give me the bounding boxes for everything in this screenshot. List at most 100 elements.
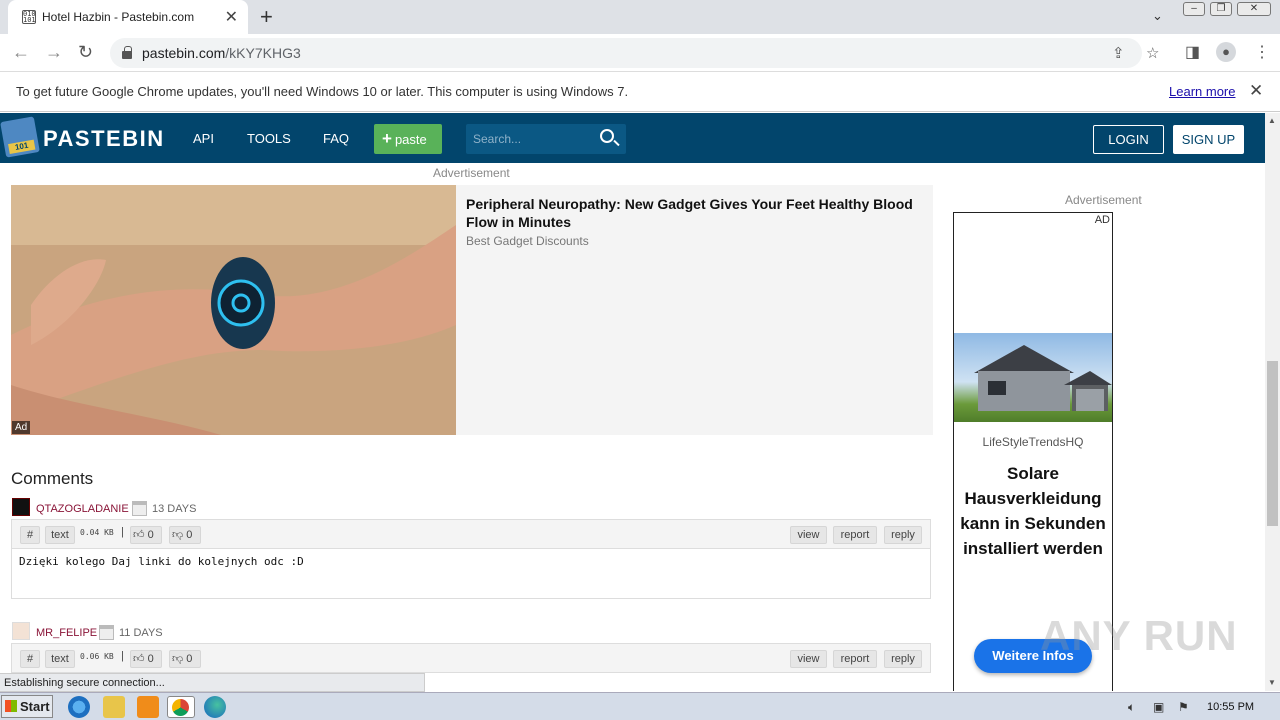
volume-icon[interactable]: 🔈︎	[1128, 700, 1135, 715]
search-box[interactable]: Search...	[466, 124, 626, 154]
infobar-close-icon[interactable]: ✕	[1249, 81, 1263, 101]
address-bar[interactable]: pastebin.com/kKY7KHG3 ⇪ ☆	[110, 38, 1159, 68]
dislike-count: 0	[186, 529, 193, 541]
thumbs-up-icon: 👍︎	[133, 653, 145, 665]
browser-tab-strip: 010 101 Hotel Hazbin - Pastebin.com ✕ + …	[0, 0, 1280, 34]
ad-mark: AD	[1094, 214, 1110, 226]
minimize-icon[interactable]: –	[1183, 2, 1205, 16]
ad-headline[interactable]: Peripheral Neuropathy: New Gadget Gives …	[466, 195, 933, 231]
windows-logo-icon	[5, 700, 17, 712]
infobar-message: To get future Google Chrome updates, you…	[16, 84, 629, 99]
scroll-thumb[interactable]	[1267, 361, 1278, 526]
restore-icon[interactable]: ❐	[1210, 2, 1232, 16]
comment-age: 13 DAYS	[152, 503, 197, 515]
file-explorer-icon[interactable]	[103, 696, 125, 718]
report-button[interactable]: report	[833, 650, 877, 668]
comment-username[interactable]: MR_FELIPE	[36, 627, 97, 639]
tab-title: Hotel Hazbin - Pastebin.com	[42, 10, 195, 24]
advertisement-label: Advertisement	[433, 166, 510, 180]
new-tab-icon[interactable]: +	[260, 4, 273, 30]
edge-icon[interactable]	[204, 696, 226, 718]
menu-kebab-icon[interactable]: ⋮	[1254, 42, 1270, 62]
nav-api[interactable]: API	[193, 131, 214, 146]
bookmark-star-icon[interactable]: ☆	[1146, 44, 1159, 62]
native-ad[interactable]: Ad Peripheral Neuropathy: New Gadget Giv…	[11, 185, 933, 435]
forward-icon[interactable]: →	[45, 42, 63, 63]
new-paste-button[interactable]: + paste	[374, 124, 442, 154]
comment-username[interactable]: QTAZOGLADANIE	[36, 503, 129, 515]
comment-size: 0.06 KB	[80, 652, 114, 661]
hash-link-button[interactable]: #	[20, 526, 40, 544]
start-button[interactable]: Start	[1, 695, 53, 718]
dislike-count: 0	[186, 653, 193, 665]
scroll-up-icon[interactable]: ▲	[1268, 116, 1276, 125]
internet-explorer-icon[interactable]	[68, 696, 90, 718]
update-infobar: To get future Google Chrome updates, you…	[0, 72, 1280, 112]
thumbs-up-icon: 👍︎	[133, 529, 145, 541]
ad-image[interactable]: Ad	[11, 185, 456, 435]
action-center-flag-icon[interactable]: ⚑	[1178, 700, 1189, 714]
avatar[interactable]	[12, 622, 30, 640]
url-text[interactable]: pastebin.com/kKY7KHG3	[142, 45, 301, 61]
nav-faq[interactable]: FAQ	[323, 131, 349, 146]
page-viewport: 101 PASTEBIN API TOOLS FAQ + paste Search…	[0, 113, 1265, 691]
ad-photo-leg-device	[11, 185, 456, 435]
report-button[interactable]: report	[833, 526, 877, 544]
calendar-icon	[132, 501, 147, 516]
windows-taskbar: Start 🔈︎ ▣ ⚑ 10:55 PM	[0, 692, 1280, 720]
browser-tab[interactable]: 010 101 Hotel Hazbin - Pastebin.com ✕	[8, 0, 248, 34]
back-icon[interactable]: ←	[12, 42, 30, 63]
pastebin-logo-icon[interactable]: 101	[0, 116, 40, 158]
search-icon[interactable]	[600, 129, 614, 143]
comment-size: 0.04 KB	[80, 528, 114, 537]
tab-search-chevron-icon[interactable]: ⌄	[1152, 8, 1163, 24]
ad-headline[interactable]: Solare Hausverkleidung kann in Sekunden …	[958, 461, 1108, 561]
reload-icon[interactable]: ↻	[78, 42, 93, 63]
comment-body: Dzięki kolego Daj linki do kolejnych odc…	[11, 549, 931, 599]
thumbs-down-icon: 👎︎	[172, 529, 184, 541]
like-count: 0	[147, 529, 154, 541]
format-badge[interactable]: text	[45, 526, 75, 544]
chrome-taskbar-icon[interactable]	[167, 696, 195, 718]
ad-house-image[interactable]	[954, 333, 1112, 422]
share-icon[interactable]: ⇪	[1112, 44, 1125, 62]
login-button[interactable]: LOGIN	[1093, 125, 1164, 154]
pastebin-logo-text[interactable]: PASTEBIN	[43, 126, 165, 152]
side-panel-icon[interactable]: ◨	[1185, 42, 1200, 62]
status-bubble: Establishing secure connection...	[0, 673, 425, 692]
search-input[interactable]: Search...	[473, 132, 521, 146]
nav-tools[interactable]: TOOLS	[247, 131, 291, 146]
reply-button[interactable]: reply	[884, 526, 922, 544]
taskbar-clock[interactable]: 10:55 PM	[1207, 701, 1254, 713]
format-badge[interactable]: text	[45, 650, 75, 668]
page-scrollbar[interactable]: ▲ ▼	[1265, 113, 1280, 691]
view-button[interactable]: view	[790, 526, 827, 544]
hash-link-button[interactable]: #	[20, 650, 40, 668]
learn-more-link[interactable]: Learn more	[1169, 84, 1235, 99]
pastebin-header: 101 PASTEBIN API TOOLS FAQ + paste Search…	[0, 113, 1265, 163]
advertisement-label: Advertisement	[1065, 193, 1142, 207]
ad-brand[interactable]: LifeStyleTrendsHQ	[954, 435, 1112, 449]
like-button[interactable]: 👍︎ 0	[130, 526, 162, 544]
plus-icon: +	[382, 129, 392, 148]
chrome-logo-icon	[172, 699, 189, 716]
signup-button[interactable]: SIGN UP	[1173, 125, 1244, 154]
logo-badge: 101	[8, 139, 36, 155]
comment-toolbar: # text 0.06 KB | 👍︎ 0 👎︎ 0 view report r…	[11, 643, 931, 673]
view-button[interactable]: view	[790, 650, 827, 668]
comment-age: 11 DAYS	[119, 627, 163, 639]
tab-close-icon[interactable]: ✕	[225, 7, 238, 27]
ad-source[interactable]: Best Gadget Discounts	[466, 234, 589, 248]
dislike-button[interactable]: 👎︎ 0	[169, 526, 201, 544]
pastebin-favicon-icon: 010 101	[22, 10, 36, 24]
avatar[interactable]	[12, 498, 30, 516]
close-window-icon[interactable]: ✕	[1237, 2, 1271, 16]
media-player-icon[interactable]	[137, 696, 159, 718]
reply-button[interactable]: reply	[884, 650, 922, 668]
lock-icon[interactable]	[122, 46, 132, 59]
network-icon[interactable]: ▣	[1153, 700, 1164, 714]
profile-avatar-icon[interactable]: ●	[1216, 42, 1236, 62]
like-button[interactable]: 👍︎ 0	[130, 650, 162, 668]
scroll-down-icon[interactable]: ▼	[1268, 678, 1276, 687]
dislike-button[interactable]: 👎︎ 0	[169, 650, 201, 668]
